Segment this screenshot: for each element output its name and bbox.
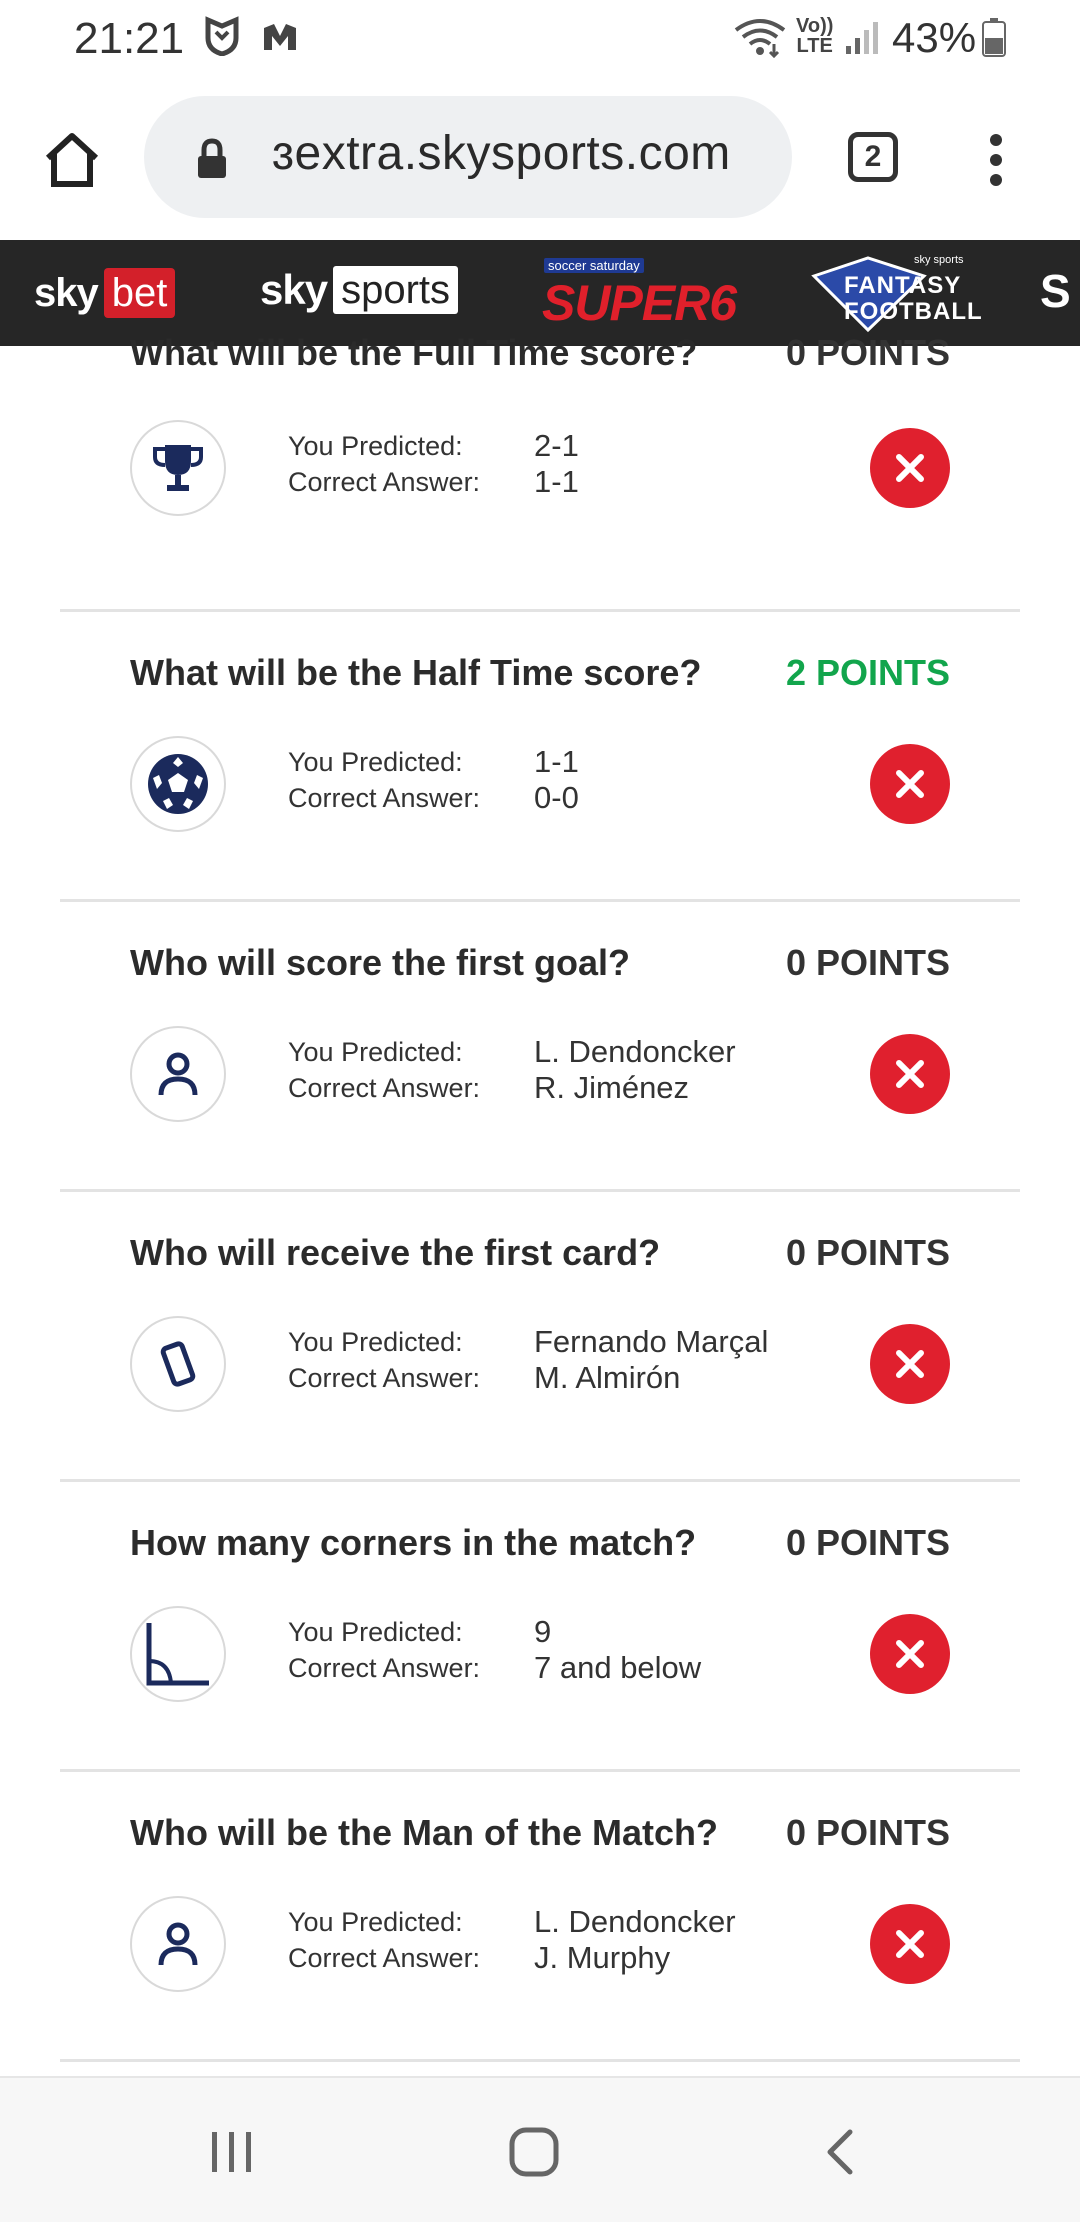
predicted-label: You Predicted:	[288, 431, 463, 461]
home-icon[interactable]	[40, 128, 104, 192]
predicted-value: L. Dendoncker	[534, 1034, 736, 1069]
question-card: How many corners in the match? 0 POINTS …	[60, 1482, 1020, 1772]
question-text: Who will score the first goal?	[130, 942, 631, 983]
correct-label: Correct Answer:	[288, 467, 481, 497]
wrong-answer-icon	[870, 744, 950, 824]
question-text: How many corners in the match?	[130, 1522, 697, 1563]
answer-values: 1-1 0-0	[534, 744, 579, 816]
skybet-sky-text: sky	[34, 270, 99, 315]
points-label: 0 POINTS	[785, 1812, 950, 1853]
recent-apps-icon[interactable]	[208, 2128, 256, 2181]
home-circle-icon[interactable]	[508, 2126, 560, 2183]
answer-values: Fernando Marçal M. Almirón	[534, 1324, 768, 1396]
system-navigation-bar	[0, 2076, 1080, 2222]
correct-value: J. Murphy	[534, 1940, 671, 1975]
super6-tag: soccer saturday	[544, 258, 644, 273]
question-text: What will be the Half Time score?	[130, 652, 702, 693]
points-label: 0 POINTS	[785, 1522, 950, 1563]
answer-labels: You Predicted: Correct Answer:	[288, 744, 480, 816]
answer-values: 2-1 1-1	[534, 428, 579, 500]
back-icon[interactable]	[822, 2128, 856, 2181]
points-label: 0 POINTS	[785, 942, 950, 983]
answer-labels: You Predicted: Correct Answer:	[288, 428, 480, 500]
wrong-answer-icon	[870, 1904, 950, 1984]
correct-label: Correct Answer:	[288, 1073, 481, 1103]
predicted-value: Fernando Marçal	[534, 1324, 769, 1359]
skysports-logo[interactable]: sky sports	[260, 266, 459, 314]
correct-label: Correct Answer:	[288, 1363, 481, 1393]
status-time: 21:21	[74, 14, 185, 63]
signal-icon	[846, 20, 880, 61]
question-card: Who will score the first goal? 0 POINTS …	[60, 902, 1020, 1192]
lock-icon	[196, 138, 228, 185]
answer-labels: You Predicted: Correct Answer:	[288, 1614, 480, 1686]
wrong-answer-icon	[870, 1324, 950, 1404]
wrong-answer-icon	[870, 1034, 950, 1114]
wifi-icon	[734, 18, 786, 63]
skysports-sky-text: sky	[260, 266, 328, 313]
question-text: Who will be the Man of the Match?	[130, 1812, 718, 1853]
person-icon	[130, 1896, 226, 1992]
predicted-label: You Predicted:	[288, 747, 463, 777]
browser-toolbar: ɜextra.skysports.com 2	[0, 80, 1080, 240]
predicted-value: L. Dendoncker	[534, 1904, 736, 1939]
question-card: What will be the Half Time score? 2 POIN…	[60, 612, 1020, 902]
question-text: What will be the Full Time score?	[130, 332, 698, 373]
malwarebytes-icon	[260, 20, 300, 59]
answer-values: L. Dendoncker R. Jiménez	[534, 1034, 736, 1106]
correct-value: 1-1	[534, 464, 579, 499]
fantasy-tag: sky sports	[914, 254, 964, 266]
address-bar[interactable]: ɜextra.skysports.com	[144, 96, 792, 218]
skybet-bet-text: bet	[103, 268, 176, 318]
volte-label: Vo))	[796, 15, 834, 37]
status-bar: 21:21 Vo)) LTE 43%	[0, 0, 1080, 80]
football-icon	[130, 736, 226, 832]
correct-value: 7 and below	[534, 1650, 702, 1685]
predicted-label: You Predicted:	[288, 1617, 463, 1647]
question-card: Who will be the Man of the Match? 0 POIN…	[60, 1772, 1020, 2062]
trophy-icon	[130, 420, 226, 516]
correct-value: R. Jiménez	[534, 1070, 690, 1105]
shield-icon	[204, 16, 240, 61]
corner-icon	[130, 1606, 226, 1702]
points-label: 2 POINTS	[785, 652, 950, 693]
predicted-label: You Predicted:	[288, 1907, 463, 1937]
battery-icon	[982, 18, 1006, 63]
predicted-label: You Predicted:	[288, 1037, 463, 1067]
tab-switcher-button[interactable]: 2	[848, 132, 898, 182]
skybet-logo[interactable]: sky bet	[34, 266, 176, 320]
question-text: Who will receive the first card?	[130, 1232, 661, 1273]
correct-value: 0-0	[534, 780, 579, 815]
points-label: 0 POINTS	[785, 332, 950, 373]
url-text: ɜextra.skysports.com	[272, 127, 731, 180]
wrong-answer-icon	[870, 428, 950, 508]
person-icon	[130, 1026, 226, 1122]
lte-icon: Vo)) LTE	[796, 16, 833, 56]
wrong-answer-icon	[870, 1614, 950, 1694]
predicted-value: 9	[534, 1614, 552, 1649]
fantasy-line1: FANTASY	[844, 272, 962, 299]
network-label: LTE	[796, 35, 833, 57]
answer-labels: You Predicted: Correct Answer:	[288, 1034, 480, 1106]
card-icon	[130, 1316, 226, 1412]
battery-percent: 43%	[892, 14, 977, 61]
predicted-value: 2-1	[534, 428, 579, 463]
correct-label: Correct Answer:	[288, 1653, 481, 1683]
answer-values: L. Dendoncker J. Murphy	[534, 1904, 736, 1976]
correct-label: Correct Answer:	[288, 783, 481, 813]
question-card: Who will receive the first card? 0 POINT…	[60, 1192, 1020, 1482]
predicted-value: 1-1	[534, 744, 579, 779]
points-label: 0 POINTS	[785, 1232, 950, 1273]
more-vert-icon[interactable]	[986, 130, 1006, 190]
correct-value: M. Almirón	[534, 1360, 681, 1395]
answer-values: 9 7 and below	[534, 1614, 701, 1686]
predicted-label: You Predicted:	[288, 1327, 463, 1357]
skysports-sports-text: sports	[333, 266, 459, 314]
question-card: What will be the Full Time score? 0 POIN…	[60, 316, 1020, 612]
partial-logo[interactable]: S	[1040, 264, 1071, 318]
answer-labels: You Predicted: Correct Answer:	[288, 1904, 480, 1976]
answer-labels: You Predicted: Correct Answer:	[288, 1324, 480, 1396]
correct-label: Correct Answer:	[288, 1943, 481, 1973]
